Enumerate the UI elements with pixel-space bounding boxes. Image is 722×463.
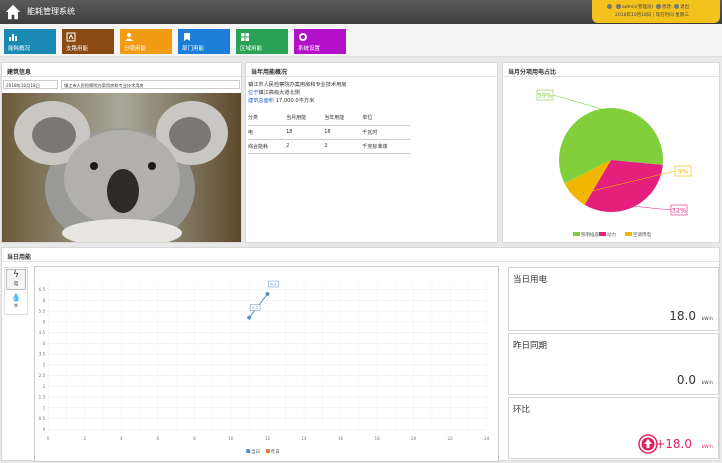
menu-department-energy[interactable]: 部门用能 (178, 29, 230, 54)
edit-icon (656, 4, 662, 9)
tab-water[interactable]: 💧 水 (6, 292, 26, 313)
y-tick-label: 2.5 (39, 373, 46, 378)
pie-leader-line (634, 206, 672, 211)
menu-area-energy[interactable]: 区域用能 (236, 29, 288, 54)
legend-label[interactable]: 昨日 (271, 448, 280, 455)
legend-swatch (599, 232, 606, 236)
x-tick-label: 10 (228, 436, 234, 441)
building-name: 镇江市人民检察院办案用房和专业技术用房 (248, 82, 347, 88)
bookmark-icon (184, 33, 190, 41)
edit-link[interactable]: 修改 (662, 5, 671, 10)
legend-label[interactable]: 照明插座 (581, 231, 599, 238)
legend-swatch (625, 232, 632, 236)
x-tick-label: 2 (83, 436, 86, 441)
lightning-icon: ϟ (13, 270, 19, 280)
legend-label[interactable]: 空调用电 (633, 231, 651, 238)
y-tick-label: 3.5 (39, 352, 46, 357)
x-tick-label: 8 (193, 436, 196, 441)
pie-data-label: 9% (678, 168, 688, 176)
date-text: 2018年10月18日 | 现在时间 星期三 (615, 13, 689, 18)
user-box: admin(管理员) 修改 退出 2018年10月18日 | 现在时间 星期三 (592, 0, 720, 23)
y-tick-label: 5 (43, 319, 46, 324)
building-title: 建筑信息 (2, 63, 241, 77)
home-icon[interactable] (4, 3, 22, 21)
stat-today: 当日用电 18.0 kW·h (508, 267, 719, 331)
pie-chart: 59% 32% 9% 照明插座 动力 空调用电 (536, 89, 692, 238)
x-tick-label: 12 (265, 436, 271, 441)
pie-leader-line (552, 94, 602, 110)
building-location: 位于镇江高级大道北侧 (248, 90, 300, 96)
x-tick-label: 18 (374, 436, 380, 441)
grid-icon (241, 33, 249, 41)
legend-label[interactable]: 动力 (607, 231, 616, 238)
table-header: 分类 当月用能 当年用能 单位 (248, 111, 410, 126)
table-row: 综合能耗 2 2 千克标准煤 (248, 139, 410, 154)
menu-energy-overview[interactable]: 能耗概况 (4, 29, 56, 54)
building-select[interactable]: 镇江市人民检察院办案用房和专业技术用房 (61, 80, 240, 89)
y-tick-label: 1 (43, 405, 46, 410)
tab-electricity[interactable]: ϟ电 (6, 269, 26, 290)
logout-link[interactable]: 退出 (680, 5, 689, 10)
data-point[interactable] (265, 291, 270, 296)
x-tick-label: 6 (157, 436, 160, 441)
building-photo (2, 93, 241, 242)
users-icon (125, 33, 133, 41)
x-tick-label: 0 (47, 436, 50, 441)
energy-table: 分类 当月用能 当年用能 单位 电 18 18 千瓦时 综合能耗 2 2 千克标准煤 (248, 111, 410, 154)
legend-swatch (573, 232, 580, 236)
pie-data-label: 59% (538, 92, 552, 100)
x-tick-label: 14 (301, 436, 307, 441)
daily-title: 当日用能 (2, 248, 719, 262)
app-title: 能耗管理系统 (27, 7, 75, 16)
y-tick-label: 0 (43, 427, 46, 432)
stat-ratio: 环比 +18.0 kW·h (508, 397, 719, 459)
building-area: 建筑总面积 17,000.0平方米 (248, 98, 315, 104)
energy-type-tabs: ϟ电 💧 水 (4, 267, 28, 315)
y-tick-label: 3 (43, 362, 46, 367)
y-tick-label: 6 (43, 298, 46, 303)
x-tick-label: 20 (411, 436, 417, 441)
pie-title: 当月分项用电占比 (503, 63, 719, 77)
arrow-up-icon (638, 434, 658, 454)
x-tick-label: 4 (120, 436, 123, 441)
water-drop-icon: 💧 (11, 293, 21, 302)
chart-icon (9, 34, 17, 41)
y-tick-label: 5.5 (39, 309, 46, 314)
x-tick-label: 22 (448, 436, 454, 441)
year-title: 当年用能概况 (246, 63, 497, 77)
stat-yesterday: 昨日同期 0.0 kW·h (508, 333, 719, 395)
data-label: 6.3 (270, 282, 277, 286)
legend-swatch (246, 449, 251, 454)
y-tick-label: 6.5 (39, 287, 46, 292)
user-icon (616, 4, 621, 9)
data-label: 5.2 (252, 306, 259, 310)
pie-data-label: 32% (672, 207, 686, 215)
date-picker[interactable]: 2018年10月18日 (3, 80, 58, 89)
y-tick-label: 4.5 (39, 330, 46, 335)
legend-label[interactable]: 当日 (251, 448, 260, 455)
x-tick-label: 24 (484, 436, 490, 441)
settings-icon (299, 33, 307, 41)
menu-branch-energy[interactable]: 支路用能 (62, 29, 114, 54)
user-name[interactable]: admin(管理员) (622, 5, 653, 10)
y-tick-label: 4 (43, 341, 46, 346)
y-tick-label: 0.5 (39, 416, 46, 421)
branch-icon (66, 32, 76, 42)
logout-icon (674, 4, 680, 9)
x-tick-label: 16 (338, 436, 344, 441)
gear-icon (607, 4, 612, 9)
data-point[interactable] (247, 315, 252, 320)
y-tick-label: 1.5 (39, 395, 46, 400)
menu-system-settings[interactable]: 系统设置 (294, 29, 346, 54)
daily-line-chart: 00.511.522.533.544.555.566.50 2 4 6 8 10 12 14 1… (34, 266, 499, 462)
legend-swatch (266, 449, 270, 454)
table-row: 电 18 18 千瓦时 (248, 125, 410, 140)
menu-item-energy[interactable]: 分项用能 (120, 29, 172, 54)
y-tick-label: 2 (43, 384, 46, 389)
